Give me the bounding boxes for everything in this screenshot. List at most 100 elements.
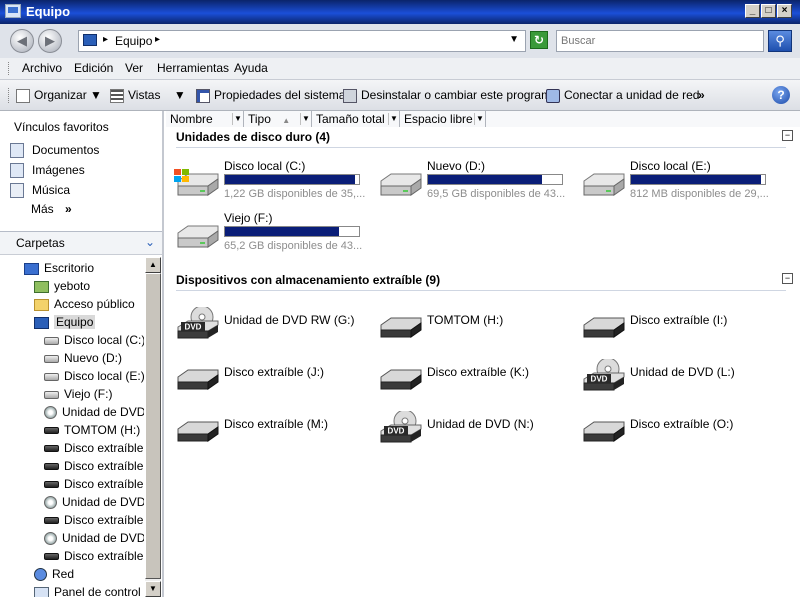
folder-tree-scrollbar[interactable]: ▲ ▼ <box>145 257 161 597</box>
system-properties-button[interactable]: Propiedades del sistema <box>196 86 345 104</box>
favorite-link-pictures[interactable]: Imágenes <box>10 161 85 179</box>
breadcrumb-dropdown-icon[interactable]: ▸ <box>155 34 160 45</box>
group-header-hard-drives[interactable]: Unidades de disco duro (4) <box>176 130 330 144</box>
tree-item[interactable]: Unidad de DVD <box>44 493 144 511</box>
group-collapse-icon[interactable]: − <box>782 130 793 141</box>
title-bar[interactable]: Equipo _ □ × <box>0 0 800 24</box>
drive-item[interactable]: Disco local (C:) 1,22 GB disponibles de 3… <box>168 157 365 203</box>
search-input[interactable] <box>556 30 764 52</box>
removable-drive-icon <box>44 445 59 453</box>
tree-item-label: Disco extraíble ( <box>64 513 144 527</box>
tree-item[interactable]: Unidad de DVD <box>44 529 144 547</box>
group-header-removable[interactable]: Dispositivos con almacenamiento extraíbl… <box>176 273 440 287</box>
map-network-drive-button[interactable]: Conectar a unidad de red <box>546 86 699 104</box>
column-header-name[interactable]: Nombre ▼ <box>166 111 244 127</box>
refresh-icon[interactable]: ↻ <box>530 31 548 49</box>
organize-button[interactable]: Organizar ▼ <box>16 86 102 104</box>
sort-up-icon: ▲ <box>282 116 291 125</box>
chevron-down-icon[interactable]: ▼ <box>232 113 243 125</box>
tree-item[interactable]: Acceso público <box>34 295 135 313</box>
device-name: Unidad de DVD (N:) <box>427 417 534 431</box>
scroll-thumb[interactable] <box>145 273 161 579</box>
group-collapse-icon[interactable]: − <box>782 273 793 284</box>
column-header-total-size[interactable]: Tamaño total ▼ <box>312 111 400 127</box>
scroll-up-icon[interactable]: ▲ <box>145 257 161 273</box>
views-button[interactable]: Vistas ▼ <box>110 86 186 104</box>
breadcrumb-chevron-icon[interactable]: ▸ <box>103 34 108 45</box>
menu-ayuda[interactable]: Ayuda <box>234 61 268 75</box>
tree-item[interactable]: Disco local (E:) <box>44 367 144 385</box>
device-name: Disco extraíble (K:) <box>427 365 530 379</box>
maximize-button[interactable]: □ <box>761 4 776 18</box>
device-item[interactable]: Disco extraíble (J:) <box>168 355 364 401</box>
removable-drive-icon <box>172 411 220 445</box>
tree-item[interactable]: Disco extraíble ( <box>44 439 144 457</box>
hard-drive-icon <box>44 336 59 345</box>
hard-drive-icon <box>578 165 626 199</box>
favorite-link-documents[interactable]: Documentos <box>10 141 99 159</box>
address-bar-area: ◀ ▶ ▸ Equipo ▸ ▼ ↻ ⚲ <box>0 24 800 59</box>
drive-name: Nuevo (D:) <box>427 159 486 173</box>
chevron-down-icon[interactable]: ▼ <box>300 113 311 125</box>
toolbar-more-button[interactable]: » <box>698 86 705 104</box>
close-button[interactable]: × <box>777 4 792 18</box>
search-icon[interactable]: ⚲ <box>768 30 792 52</box>
tree-item[interactable]: Panel de control <box>34 583 141 597</box>
tree-item[interactable]: Disco extraíble ( <box>44 475 144 493</box>
tree-item[interactable]: Disco extraíble ( <box>44 547 144 565</box>
drive-free-space: 65,2 GB disponibles de 43... <box>224 240 363 252</box>
drive-item[interactable]: Nuevo (D:) 69,5 GB disponibles de 43... <box>371 157 567 203</box>
tree-item[interactable]: Nuevo (D:) <box>44 349 122 367</box>
tree-item[interactable]: Unidad de DVD <box>44 403 144 421</box>
device-item[interactable]: Disco extraíble (I:) <box>574 303 770 349</box>
minimize-button[interactable]: _ <box>745 4 760 18</box>
drive-item[interactable]: Disco local (E:) 812 MB disponibles de 29… <box>574 157 770 203</box>
tree-item[interactable]: Disco local (C:) <box>44 331 144 349</box>
menu-edicion[interactable]: Edición <box>74 61 113 75</box>
tree-item[interactable]: Disco extraíble ( <box>44 457 144 475</box>
chevron-down-icon[interactable]: ⌄ <box>145 235 155 249</box>
address-box[interactable]: ▸ Equipo ▸ ▼ <box>78 30 526 52</box>
back-button[interactable]: ◀ <box>10 29 34 53</box>
menu-archivo[interactable]: Archivo <box>22 61 62 75</box>
device-item[interactable]: Disco extraíble (M:) <box>168 407 364 453</box>
computer-icon <box>5 4 21 18</box>
device-item[interactable]: DVD Unidad de DVD RW (G:) <box>168 303 364 349</box>
device-item[interactable]: DVD Unidad de DVD (L:) <box>574 355 770 401</box>
forward-button[interactable]: ▶ <box>38 29 62 53</box>
breadcrumb-location[interactable]: Equipo <box>115 34 152 48</box>
file-list: Unidades de disco duro (4) − Dispositivo… <box>166 127 800 597</box>
chevron-down-icon[interactable]: ▼ <box>474 113 485 125</box>
tree-item-label: Viejo (F:) <box>64 387 113 401</box>
removable-drive-icon <box>578 307 626 341</box>
uninstall-program-button[interactable]: Desinstalar o cambiar este programa <box>343 86 558 104</box>
column-header-type[interactable]: Tipo ▲ ▼ <box>244 111 312 127</box>
address-dropdown-icon[interactable]: ▼ <box>509 34 519 45</box>
folders-header[interactable]: Carpetas ⌄ <box>0 232 162 255</box>
window-title: Equipo <box>26 4 71 19</box>
device-item[interactable]: TOMTOM (H:) <box>371 303 567 349</box>
drive-item[interactable]: Viejo (F:) 65,2 GB disponibles de 43... <box>168 209 364 255</box>
pictures-icon <box>10 163 24 179</box>
help-icon[interactable]: ? <box>772 86 790 104</box>
column-header-free-space[interactable]: Espacio libre ▼ <box>400 111 486 127</box>
device-name: Disco extraíble (I:) <box>630 313 728 327</box>
scroll-down-icon[interactable]: ▼ <box>145 581 161 597</box>
favorite-link-music[interactable]: Música <box>10 181 70 199</box>
menu-ver[interactable]: Ver <box>125 61 143 75</box>
tree-item[interactable]: Red <box>34 565 74 583</box>
tree-item[interactable]: Viejo (F:) <box>44 385 112 403</box>
menu-herramientas[interactable]: Herramientas <box>157 61 229 75</box>
tree-item[interactable]: Disco extraíble ( <box>44 511 144 529</box>
tree-item[interactable]: yeboto <box>34 277 90 295</box>
chevron-down-icon[interactable]: ▼ <box>388 113 399 125</box>
favorite-links-more[interactable]: Más » <box>31 202 72 216</box>
device-item[interactable]: Disco extraíble (K:) <box>371 355 567 401</box>
tree-item[interactable]: Equipo <box>34 313 96 331</box>
device-item[interactable]: Disco extraíble (O:) <box>574 407 770 453</box>
tree-item[interactable]: Escritorio <box>24 259 94 277</box>
tree-item[interactable]: TOMTOM (H:) <box>44 421 140 439</box>
organize-icon <box>16 88 30 103</box>
device-item[interactable]: DVD Unidad de DVD (N:) <box>371 407 567 453</box>
hard-drive-icon <box>375 165 423 199</box>
